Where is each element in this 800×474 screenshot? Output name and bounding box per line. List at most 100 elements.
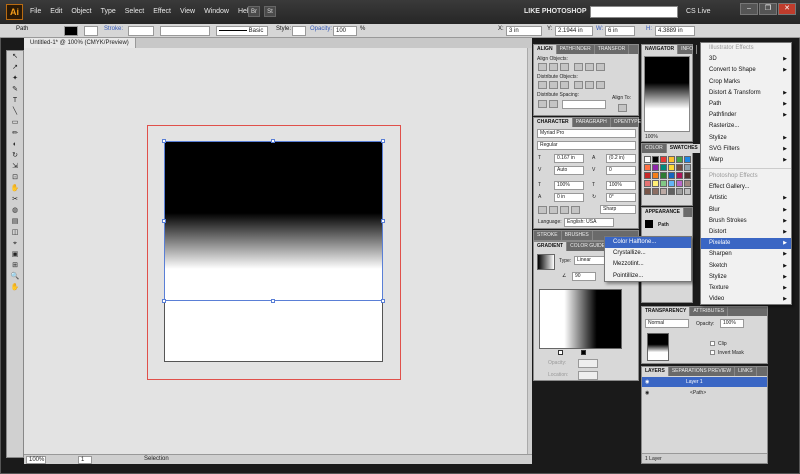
vertical-scrollbar[interactable] [527, 48, 532, 454]
swatch[interactable] [668, 188, 675, 195]
align-right-icon[interactable] [560, 63, 569, 71]
menu-item[interactable]: Distort & Transform ▶ [701, 88, 791, 99]
document-tab[interactable]: Untitled-1* @ 100% (CMYK/Preview) [24, 38, 136, 48]
stock-icon[interactable]: St [264, 6, 276, 17]
align-left-icon[interactable] [538, 63, 547, 71]
tab-character[interactable]: CHARACTER [534, 118, 573, 127]
tool-icon[interactable]: ✎ [8, 85, 22, 95]
artboard-number[interactable]: 1 [78, 456, 92, 464]
gradient-location-field[interactable] [578, 371, 598, 380]
menu-item[interactable]: Brush Strokes ▶ [701, 216, 791, 227]
tool-icon[interactable]: ⌖ [8, 239, 22, 249]
menu-item[interactable]: Rasterize... [701, 121, 791, 132]
gradient-opacity-field[interactable] [578, 359, 598, 368]
sublayer-name[interactable]: <Path> [690, 390, 706, 396]
swatch[interactable] [660, 164, 667, 171]
menu-item[interactable]: Warp ▶ [701, 155, 791, 166]
tool-icon[interactable]: ↗ [8, 63, 22, 73]
swatch[interactable] [660, 156, 667, 163]
menu-item[interactable]: Pointillize... [605, 271, 691, 282]
tab-align[interactable]: ALIGN [534, 45, 557, 54]
opacity-label[interactable]: Opacity: [310, 26, 332, 32]
gradient-thumbnail[interactable] [537, 254, 555, 270]
tool-icon[interactable]: ↖ [8, 52, 22, 62]
tool-icon[interactable]: ✦ [8, 74, 22, 84]
swatch[interactable] [684, 164, 691, 171]
menu-item[interactable]: Color Halftone... [605, 237, 691, 249]
font-size-field[interactable]: 0.167 in [554, 154, 584, 163]
menu-effect[interactable]: Effect [153, 8, 171, 15]
tab-transparency[interactable]: TRANSPARENCY [642, 307, 691, 316]
swatch[interactable] [668, 164, 675, 171]
stroke-weight-field[interactable] [128, 26, 154, 36]
menu-file[interactable]: File [30, 8, 41, 15]
align-top-icon[interactable] [574, 63, 583, 71]
close-button[interactable]: ✕ [778, 3, 796, 15]
tab-color[interactable]: COLOR [642, 144, 667, 153]
tool-icon[interactable]: ╲ [8, 107, 22, 117]
swatch[interactable] [644, 180, 651, 187]
menu-item[interactable]: Pixelate ▶ [701, 238, 791, 250]
handle-bottom[interactable] [271, 299, 275, 303]
menu-object[interactable]: Object [71, 8, 91, 15]
swatch[interactable] [684, 172, 691, 179]
menu-item[interactable]: Path ▶ [701, 99, 791, 110]
handle-bottom-left[interactable] [162, 299, 166, 303]
tab-layers[interactable]: LAYERS [642, 367, 669, 376]
superscript-icon[interactable] [560, 206, 569, 214]
kerning-field[interactable]: Auto [554, 166, 584, 175]
restore-button[interactable]: ❐ [759, 3, 777, 15]
selection-bounding-box[interactable] [162, 139, 385, 303]
w-label[interactable]: W: [596, 26, 603, 32]
antialias-select[interactable]: Sharp [600, 205, 636, 214]
swatch[interactable] [684, 188, 691, 195]
swatch[interactable] [668, 172, 675, 179]
y-field[interactable]: 2.1944 in [555, 26, 593, 36]
tool-icon[interactable]: ↻ [8, 151, 22, 161]
swatch[interactable] [660, 172, 667, 179]
menu-select[interactable]: Select [125, 8, 144, 15]
menu-window[interactable]: Window [204, 8, 229, 15]
swatch[interactable] [652, 172, 659, 179]
gradient-stop-black[interactable] [581, 350, 586, 355]
font-family-select[interactable]: Myriad Pro [537, 129, 636, 138]
menu-item[interactable]: Distort ▶ [701, 227, 791, 238]
tool-icon[interactable]: ⊞ [8, 261, 22, 271]
blend-mode-select[interactable]: Normal [645, 319, 689, 328]
navigator-preview[interactable] [644, 56, 690, 132]
menu-item[interactable]: Sharpen ▶ [701, 249, 791, 260]
tool-icon[interactable]: ✋ [8, 184, 22, 194]
search-input[interactable] [590, 6, 678, 18]
swatch[interactable] [676, 188, 683, 195]
workspace-switcher[interactable]: LIKE PHOTOSHOP [524, 8, 587, 15]
tab-brushes[interactable]: BRUSHES [562, 231, 593, 240]
horizontal-scale-field[interactable]: 100% [606, 181, 636, 190]
visibility-eye-icon[interactable]: ◉ [645, 379, 649, 385]
h-field[interactable]: 4.3889 in [655, 26, 695, 36]
tab-links[interactable]: LINKS [735, 367, 757, 376]
distribute-hcenter-icon[interactable] [585, 81, 594, 89]
tool-icon[interactable]: ◐ [8, 140, 22, 150]
swatch[interactable] [676, 156, 683, 163]
tab-info[interactable]: INFO [678, 45, 698, 54]
menu-edit[interactable]: Edit [50, 8, 62, 15]
menu-item[interactable]: Stylize ▶ [701, 272, 791, 283]
distribute-right-icon[interactable] [596, 81, 605, 89]
stroke-label[interactable]: Stroke: [104, 26, 123, 32]
menu-item[interactable]: Mezzotint... [605, 259, 691, 270]
bridge-icon[interactable]: Br [248, 6, 260, 17]
rotation-field[interactable]: 0° [606, 193, 636, 202]
menu-item[interactable]: 3D ▶ [701, 54, 791, 65]
menu-item[interactable]: Video ▶ [701, 294, 791, 305]
tab-opentype[interactable]: OPENTYPE [611, 118, 645, 127]
vertical-scale-field[interactable]: 100% [554, 181, 584, 190]
tab-color-guide[interactable]: COLOR GUIDE [567, 242, 610, 251]
tool-icon[interactable]: 🔍 [8, 272, 22, 282]
distribute-bottom-icon[interactable] [560, 81, 569, 89]
horizontal-spacing-icon[interactable] [549, 100, 558, 108]
sublayer-row[interactable]: ◉ <Path> [642, 388, 767, 398]
transparency-opacity-field[interactable]: 100% [720, 319, 744, 328]
handle-top-right[interactable] [381, 139, 385, 143]
swatch[interactable] [644, 172, 651, 179]
align-hcenter-icon[interactable] [549, 63, 558, 71]
